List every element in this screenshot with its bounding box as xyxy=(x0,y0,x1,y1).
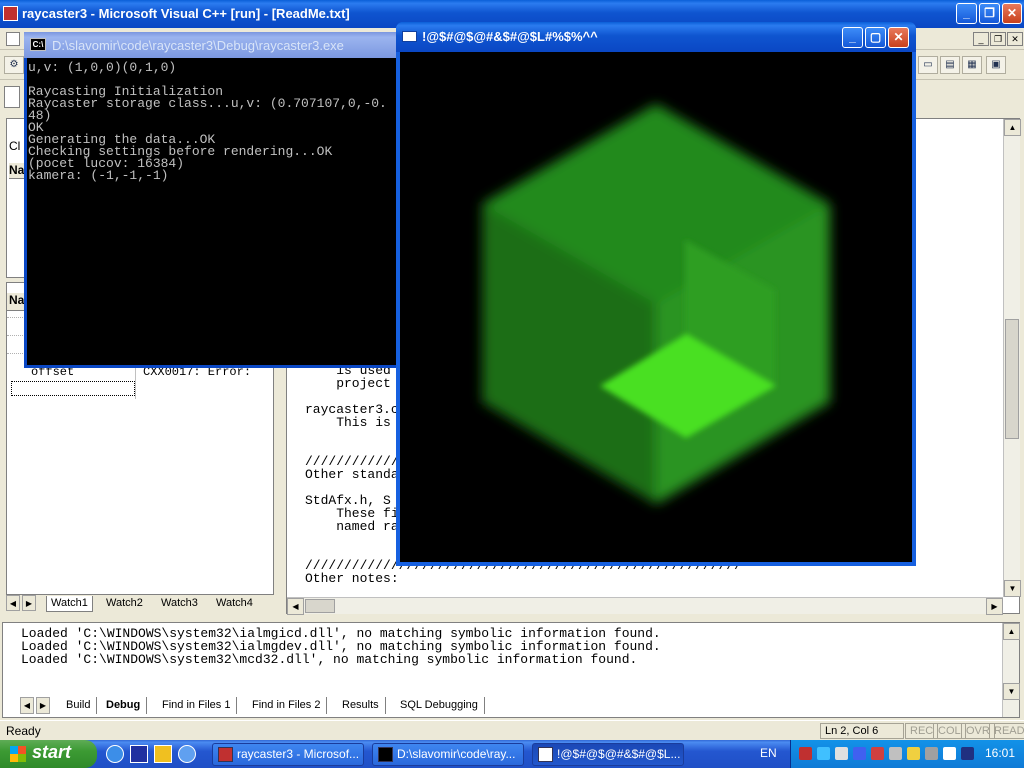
status-bar: Ready Ln 2, Col 6 REC COL OVR READ xyxy=(0,720,1024,740)
tray-app-icon[interactable] xyxy=(835,747,848,760)
tab-scroll-right-icon[interactable]: ▶ xyxy=(36,697,50,714)
scroll-down-icon[interactable]: ▼ xyxy=(1004,580,1021,597)
console-line: u,v: (1,0,0)(0,1,0) xyxy=(28,60,177,75)
editor-vscrollbar[interactable]: ▲ ▼ xyxy=(1003,119,1021,597)
output-line: Loaded 'C:\WINDOWS\system32\mcd32.dll', … xyxy=(21,652,638,667)
editor-hscrollbar[interactable]: ◀ ▶ xyxy=(287,597,1003,615)
console-window-title: D:\slavomir\code\raycaster3\Debug\raycas… xyxy=(52,38,344,53)
scroll-thumb[interactable] xyxy=(1005,319,1019,439)
scroll-up-icon[interactable]: ▲ xyxy=(1004,119,1021,136)
tray-app-icon[interactable] xyxy=(943,747,956,760)
console-line: kamera: (-1,-1,-1) xyxy=(28,168,169,183)
tab-results[interactable]: Results xyxy=(336,697,386,714)
tray-app-icon[interactable] xyxy=(961,747,974,760)
vc-app-icon[interactable] xyxy=(3,6,18,21)
status-text: Ready xyxy=(6,724,41,738)
maximize-icon[interactable]: ❐ xyxy=(979,3,1000,24)
tray-app-icon[interactable] xyxy=(907,747,920,760)
system-tray: 16:01 xyxy=(790,740,1024,768)
console-line: Raycaster storage class...u,v: (0.707107… xyxy=(28,96,387,111)
watch-col-divider xyxy=(135,363,136,399)
tab-watch4[interactable]: Watch4 xyxy=(212,596,257,612)
task-gl-window[interactable]: !@$#@$@#&$#@$L... xyxy=(532,743,684,766)
tab-sql-debugging[interactable]: SQL Debugging xyxy=(394,697,485,714)
task-label: raycaster3 - Microsof... xyxy=(237,747,360,761)
combo-box[interactable] xyxy=(4,86,20,108)
browser-icon[interactable] xyxy=(178,745,196,763)
hscroll-thumb[interactable] xyxy=(305,599,335,613)
gl-task-icon xyxy=(538,747,553,762)
tb-gear-icon[interactable]: ⚙ xyxy=(4,56,24,74)
tray-app-icon[interactable] xyxy=(871,747,884,760)
tb-variables-icon[interactable]: ▤ xyxy=(940,56,960,74)
doc-icon[interactable] xyxy=(6,32,20,46)
tray-app-icon[interactable] xyxy=(799,747,812,760)
tray-app-icon[interactable] xyxy=(925,747,938,760)
tab-watch3[interactable]: Watch3 xyxy=(157,596,202,612)
editor-line: project xyxy=(305,376,391,391)
console-task-icon xyxy=(378,747,393,762)
app-quicklaunch-icon[interactable] xyxy=(154,745,172,763)
tab-build[interactable]: Build xyxy=(60,697,98,714)
gl-window-title: !@$#@$@#&$#@$L#%$%^^ xyxy=(422,29,598,44)
tab-find-in-files-1[interactable]: Find in Files 1 xyxy=(156,697,238,714)
render-canvas[interactable] xyxy=(400,52,912,562)
scroll-down-icon[interactable]: ▼ xyxy=(1003,683,1020,700)
status-position: Ln 2, Col 6 xyxy=(820,723,904,739)
scroll-right-icon[interactable]: ▶ xyxy=(986,598,1003,615)
tray-app-icon[interactable] xyxy=(817,747,830,760)
editor-line: named ra xyxy=(305,519,399,534)
tb-memory-icon[interactable]: ▣ xyxy=(986,56,1006,74)
gl-app-icon[interactable] xyxy=(402,31,417,42)
start-button[interactable]: start xyxy=(0,740,97,768)
tb-watch-icon[interactable]: ▭ xyxy=(918,56,938,74)
rendered-cube xyxy=(482,104,830,504)
task-raycaster3-vc[interactable]: raycaster3 - Microsof... xyxy=(212,743,364,766)
start-label: start xyxy=(32,742,72,762)
close-icon[interactable]: ✕ xyxy=(1002,3,1022,24)
save-icon[interactable] xyxy=(130,745,148,763)
scroll-up-icon[interactable]: ▲ xyxy=(1003,623,1020,640)
clock[interactable]: 16:01 xyxy=(985,746,1015,760)
ie-icon[interactable] xyxy=(106,745,124,763)
tab-scroll-left-icon[interactable]: ◀ xyxy=(6,595,20,611)
scroll-left-icon[interactable]: ◀ xyxy=(287,598,304,615)
mdi-restore-icon[interactable]: ❐ xyxy=(990,32,1006,46)
mdi-minimize-icon[interactable]: _ xyxy=(973,32,989,46)
vc-window-title: raycaster3 - Microsoft Visual C++ [run] … xyxy=(22,6,350,21)
editor-line: This is xyxy=(305,415,391,430)
console-title-bar[interactable]: C:\ D:\slavomir\code\raycaster3\Debug\ra… xyxy=(24,32,400,58)
tray-app-icon[interactable] xyxy=(889,747,902,760)
status-read: READ xyxy=(989,723,1024,739)
output-tabs: ◀ ▶ Build Debug Find in Files 1 Find in … xyxy=(20,697,1000,715)
minimize-icon[interactable]: _ xyxy=(956,3,977,24)
gl-minimize-icon[interactable]: _ xyxy=(842,27,863,48)
console-window[interactable]: u,v: (1,0,0)(0,1,0) Raycasting Initializ… xyxy=(24,32,400,368)
tab-watch1[interactable]: Watch1 xyxy=(46,596,93,612)
vc-task-icon xyxy=(218,747,233,762)
watch-new-entry-cell[interactable] xyxy=(11,381,135,396)
tab-scroll-right-icon[interactable]: ▶ xyxy=(22,595,36,611)
windows-logo-icon xyxy=(10,746,26,762)
watch-tabs: ◀ ▶ Watch1 Watch2 Watch3 Watch4 xyxy=(6,594,274,612)
task-label: !@$#@$@#&$#@$L... xyxy=(557,747,681,761)
tb-registers-icon[interactable]: ▦ xyxy=(962,56,982,74)
tab-scroll-left-icon[interactable]: ◀ xyxy=(20,697,34,714)
tray-app-icon[interactable] xyxy=(853,747,866,760)
editor-line: Other notes: xyxy=(305,571,399,586)
tab-debug[interactable]: Debug xyxy=(100,697,148,714)
task-console[interactable]: D:\slavomir\code\ray... xyxy=(372,743,524,766)
mdi-close-icon[interactable]: ✕ xyxy=(1007,32,1023,46)
gl-title-bar[interactable]: !@$#@$@#&$#@$L#%$%^^ _ ▢ ✕ xyxy=(396,22,916,52)
editor-line: Other standa xyxy=(305,467,399,482)
pane-label-context: Cl xyxy=(9,139,21,153)
language-indicator[interactable]: EN xyxy=(760,746,777,760)
tab-find-in-files-2[interactable]: Find in Files 2 xyxy=(246,697,328,714)
console-app-icon[interactable]: C:\ xyxy=(30,38,46,51)
output-vscrollbar[interactable]: ▲ ▼ xyxy=(1002,623,1020,717)
gl-maximize-icon[interactable]: ▢ xyxy=(865,27,886,48)
tab-watch2[interactable]: Watch2 xyxy=(102,596,147,612)
gl-close-icon[interactable]: ✕ xyxy=(888,27,909,48)
task-label: D:\slavomir\code\ray... xyxy=(397,747,516,761)
